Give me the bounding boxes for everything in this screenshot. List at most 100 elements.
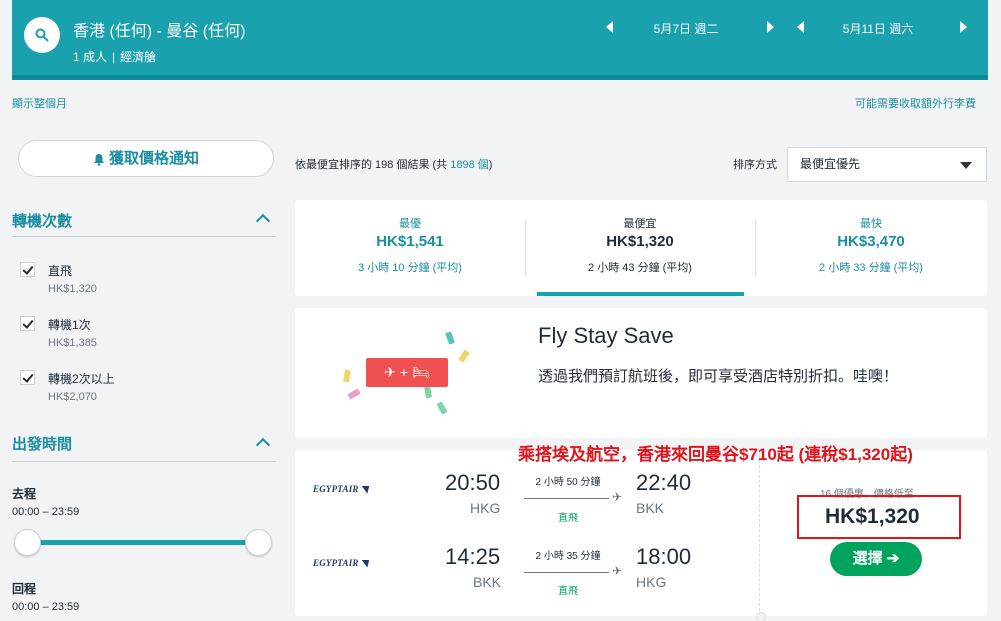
cabin-label: 經濟艙	[120, 50, 157, 64]
flight-plus-hotel-badge: ✈ + 🛏	[366, 358, 448, 387]
price-highlight-box	[797, 495, 961, 539]
leg1-depart-time: 20:50	[445, 470, 501, 495]
card-notch	[756, 612, 766, 621]
sort-value: 最便宜優先	[800, 157, 861, 171]
tab-cheapest[interactable]: 最便宜 HK$1,320 2 小時 43 分鐘 (平均)	[525, 200, 755, 296]
return-next-day-arrow-icon[interactable]	[960, 21, 967, 33]
leg1-route-line	[524, 498, 609, 499]
leg2-duration: 2 小時 35 分鐘	[535, 551, 601, 562]
active-tab-indicator	[537, 292, 744, 296]
leg1-stops: 直飛	[558, 513, 578, 524]
tab-cheapest-price: HK$1,320	[606, 233, 674, 250]
confetti-decoration	[458, 349, 470, 363]
result-total-link[interactable]: 1898 個	[450, 159, 489, 171]
filter-divider	[12, 461, 276, 462]
outbound-slider-start-handle[interactable]	[14, 529, 41, 556]
leg1-depart-code: HKG	[470, 500, 501, 516]
leg2-arrive-code: HKG	[636, 574, 667, 590]
falcon-icon: ◥	[360, 558, 368, 568]
show-whole-month-link[interactable]: 顯示整個月	[12, 95, 67, 111]
departure-time-filter-title[interactable]: 出發時間	[12, 433, 72, 454]
tab-best-label: 最優	[399, 218, 421, 230]
promo-title: Fly Stay Save	[538, 323, 674, 348]
falcon-icon: ◥	[360, 484, 368, 494]
depart-date[interactable]: 5月7日 週二	[626, 20, 746, 37]
depart-prev-day-arrow-icon[interactable]	[606, 21, 613, 33]
result-count-prefix: 依最便宜排序的 198 個結果 (共	[295, 159, 451, 171]
tab-cheapest-label: 最便宜	[623, 218, 657, 230]
tab-best-duration: 3 小時 10 分鐘 (平均)	[358, 262, 462, 274]
leg2-depart-time: 14:25	[445, 544, 501, 569]
stops-direct-price: HK$1,320	[48, 283, 97, 295]
return-time-range: 00:00 – 23:59	[12, 601, 80, 613]
tab-best[interactable]: 最優 HK$1,541 3 小時 10 分鐘 (平均)	[295, 200, 525, 296]
price-alert-button[interactable]: 獲取價格通知	[18, 140, 274, 177]
confetti-decoration	[343, 369, 351, 383]
price-alert-label: 獲取價格通知	[108, 150, 199, 167]
leg2-depart-code: BKK	[473, 574, 502, 590]
chevron-up-icon[interactable]	[255, 437, 271, 453]
stops-two-plus-checkbox[interactable]	[20, 370, 35, 385]
stops-one-price: HK$1,385	[48, 337, 97, 349]
fly-stay-save-promo[interactable]: ✈ + 🛏 Fly Stay Save 透過我們預訂航班後，即可享受酒店特別折扣…	[295, 308, 987, 438]
header-bottom-edge	[12, 75, 988, 80]
stops-direct-label: 直飛	[48, 264, 73, 278]
promo-text: 透過我們預訂航班後，即可享受酒店特別折扣。哇噢！	[538, 368, 899, 385]
search-summary-bar[interactable]: 香港 (任何) - 曼谷 (任何) 1 成人 | 經濟艙 5月7日 週二 5月11日…	[12, 0, 988, 80]
stops-two-plus-price: HK$2,070	[48, 391, 97, 403]
caret-down-icon	[960, 162, 972, 169]
leg1-duration: 2 小時 50 分鐘	[535, 477, 601, 488]
leg2-stops: 直飛	[558, 586, 578, 597]
confetti-decoration	[424, 385, 432, 399]
outbound-time-range: 00:00 – 23:59	[12, 506, 80, 518]
return-prev-day-arrow-icon[interactable]	[797, 21, 804, 33]
airline-name: EGYPTAIR	[313, 484, 359, 494]
stops-one-checkbox[interactable]	[20, 316, 35, 331]
confetti-decoration	[445, 331, 455, 345]
tab-fastest-label: 最快	[860, 218, 882, 230]
tab-best-price: HK$1,541	[376, 233, 444, 250]
outbound-slider-end-handle[interactable]	[245, 529, 272, 556]
tab-cheapest-duration: 2 小時 43 分鐘 (平均)	[588, 262, 692, 274]
search-icon	[35, 28, 49, 42]
plane-icon: ✈	[612, 564, 623, 578]
plane-icon: ✈	[612, 490, 623, 504]
egyptair-logo: EGYPTAIR ◥	[313, 484, 368, 495]
leg2-arrive-time: 18:00	[636, 544, 692, 569]
sort-label: 排序方式	[733, 159, 777, 171]
confetti-decoration	[347, 388, 361, 400]
tab-fastest-duration: 2 小時 33 分鐘 (平均)	[819, 262, 923, 274]
pipe-divider: |	[112, 50, 116, 64]
stops-two-plus-label: 轉機2次以上	[48, 372, 115, 386]
leg1-arrive-code: BKK	[636, 500, 665, 516]
tab-fastest-price: HK$3,470	[837, 233, 905, 250]
return-label: 回程	[12, 582, 37, 596]
chevron-up-icon[interactable]	[255, 213, 271, 229]
promo-annotation: 乘搭埃及航空，香港來回曼谷$710起 (連稅$1,320起)	[518, 445, 913, 464]
bell-icon	[93, 153, 104, 166]
airline-name: EGYPTAIR	[313, 558, 359, 568]
stops-direct-checkbox[interactable]	[20, 262, 35, 277]
price-section-divider	[759, 450, 760, 616]
passengers-label: 1 成人	[73, 50, 108, 64]
passenger-cabin-info: 1 成人 | 經濟艙	[73, 48, 156, 65]
extra-baggage-fees-link[interactable]: 可能需要收取額外行李費	[855, 95, 976, 111]
return-date[interactable]: 5月11日 週六	[818, 20, 938, 37]
depart-next-day-arrow-icon[interactable]	[767, 21, 774, 33]
search-button[interactable]	[24, 17, 60, 53]
confetti-decoration	[436, 401, 448, 415]
outbound-label: 去程	[12, 487, 37, 501]
sort-dropdown[interactable]: 最便宜優先	[787, 147, 987, 182]
leg1-arrive-time: 22:40	[636, 470, 692, 495]
tab-fastest[interactable]: 最快 HK$3,470 2 小時 33 分鐘 (平均)	[755, 200, 987, 296]
sort-tabs-card: 最優 HK$1,541 3 小時 10 分鐘 (平均) 最便宜 HK$1,320…	[295, 200, 987, 296]
result-count: 依最便宜排序的 198 個結果 (共 1898 個)	[295, 156, 492, 172]
filter-divider	[12, 236, 276, 237]
stops-one-label: 轉機1次	[48, 318, 91, 332]
egyptair-logo: EGYPTAIR ◥	[313, 558, 368, 569]
outbound-time-slider-track[interactable]	[28, 540, 259, 545]
route-label: 香港 (任何) - 曼谷 (任何)	[73, 23, 246, 40]
select-flight-button[interactable]: 選擇 ➔	[830, 542, 922, 576]
result-count-suffix: )	[488, 159, 493, 171]
stops-filter-title[interactable]: 轉機次數	[12, 210, 72, 231]
